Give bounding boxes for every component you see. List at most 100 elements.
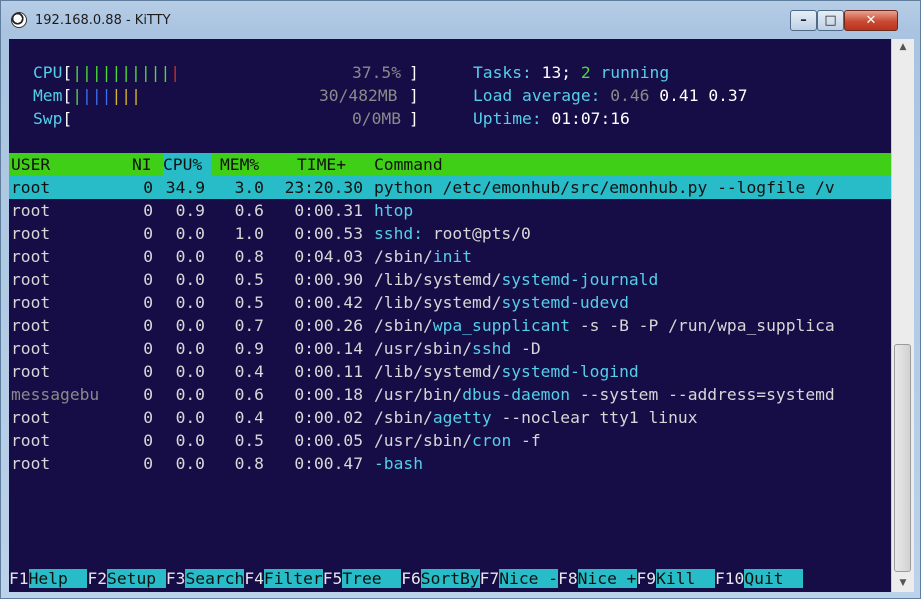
- load-5: 0.41: [659, 86, 699, 105]
- process-user: root: [11, 454, 51, 473]
- process-ni: 0: [143, 247, 153, 266]
- fkey-f3[interactable]: F3: [166, 569, 186, 588]
- process-command: /usr/bin/dbus-daemon --system --address=…: [374, 385, 835, 404]
- col-time[interactable]: TIME+: [297, 153, 346, 176]
- tasks-stat: Tasks: 13; 2 running: [473, 63, 670, 82]
- process-mem: 0.6: [234, 385, 264, 404]
- fkey-f2-label[interactable]: Setup: [107, 569, 166, 588]
- scrollbar[interactable]: ▲ ▼: [891, 39, 914, 592]
- fkey-f7-label[interactable]: Nice -: [499, 569, 559, 588]
- fkey-f2[interactable]: F2: [87, 569, 107, 588]
- process-command: /lib/systemd/systemd-logind: [374, 362, 639, 381]
- terminal-area[interactable]: CPU[||||||||||| 37.5% ] Mem[||||||| 30/4…: [9, 39, 891, 592]
- uptime: Uptime: 01:07:16: [473, 109, 630, 128]
- process-user: root: [11, 408, 51, 427]
- fkey-f9[interactable]: F9: [637, 569, 657, 588]
- close-button[interactable]: ✕: [844, 10, 898, 31]
- process-command: htop: [374, 201, 414, 220]
- fkey-f6-label[interactable]: SortBy: [420, 569, 480, 588]
- fkey-f1[interactable]: F1: [9, 569, 29, 588]
- process-ni: 0: [143, 431, 153, 450]
- fkey-f4-label[interactable]: Filter: [263, 569, 323, 588]
- fkey-f5[interactable]: F5: [323, 569, 343, 588]
- mem-meter-label: Mem: [33, 86, 63, 105]
- close-icon: ✕: [865, 13, 877, 28]
- title-bar[interactable]: 192.168.0.88 - KiTTY – □ ✕: [1, 1, 920, 39]
- col-mem[interactable]: MEM%: [220, 153, 259, 176]
- process-command: /lib/systemd/systemd-journald: [374, 270, 659, 289]
- cpu-meter: CPU[|||||||||||: [33, 63, 181, 82]
- process-ni: 0: [143, 339, 153, 358]
- process-ni: 0: [143, 408, 153, 427]
- process-cpu: 34.9: [165, 178, 205, 197]
- swp-meter-label: Swp: [33, 109, 63, 128]
- process-command: /sbin/agetty --noclear tty1 linux: [374, 408, 698, 427]
- running-count: 2: [580, 63, 591, 82]
- fkey-f1-label[interactable]: Help: [28, 569, 88, 588]
- col-user[interactable]: USER: [11, 153, 50, 176]
- process-ni: 0: [143, 385, 153, 404]
- scrollbar-thumb[interactable]: [894, 344, 911, 572]
- process-time: 0:00.18: [294, 385, 363, 404]
- process-mem: 0.8: [234, 247, 264, 266]
- scroll-down-icon[interactable]: ▼: [892, 575, 914, 592]
- fkey-f6[interactable]: F6: [401, 569, 421, 588]
- process-mem: 0.8: [234, 454, 264, 473]
- process-user: root: [11, 431, 51, 450]
- process-user: root: [11, 224, 51, 243]
- maximize-icon: □: [824, 13, 837, 28]
- process-time: 0:04.03: [294, 247, 363, 266]
- process-time: 0:00.53: [294, 224, 363, 243]
- process-mem: 0.4: [234, 362, 264, 381]
- process-ni: 0: [143, 293, 153, 312]
- process-user: root: [11, 316, 51, 335]
- minimize-button[interactable]: –: [790, 10, 817, 31]
- process-cpu: 0.0: [175, 362, 205, 381]
- mem-meter: Mem[|||||||: [33, 86, 141, 105]
- col-ni[interactable]: NI: [132, 153, 152, 176]
- fkey-f9-label[interactable]: Kill: [656, 569, 715, 588]
- process-mem: 0.5: [234, 293, 264, 312]
- process-mem: 0.9: [234, 339, 264, 358]
- col-command[interactable]: Command: [374, 153, 443, 176]
- mem-meter-value: 30/482MB: [319, 86, 398, 105]
- fkey-f4[interactable]: F4: [244, 569, 264, 588]
- uptime-value: 01:07:16: [551, 109, 630, 128]
- scroll-up-icon[interactable]: ▲: [892, 39, 914, 56]
- process-ni: 0: [143, 316, 153, 335]
- process-mem: 1.0: [234, 224, 264, 243]
- process-user: root: [11, 293, 51, 312]
- fkey-f7[interactable]: F7: [480, 569, 500, 588]
- process-mem: 0.5: [234, 270, 264, 289]
- process-command: /sbin/wpa_supplicant -s -B -P /run/wpa_s…: [374, 316, 835, 335]
- process-time: 0:00.47: [294, 454, 363, 473]
- process-time: 0:00.90: [294, 270, 363, 289]
- maximize-button[interactable]: □: [817, 10, 844, 31]
- kitty-app-icon[interactable]: [11, 12, 27, 28]
- fkey-f5-label[interactable]: Tree: [342, 569, 402, 588]
- process-command: /usr/sbin/sshd -D: [374, 339, 541, 358]
- process-cpu: 0.0: [175, 224, 205, 243]
- process-mem: 0.6: [234, 201, 264, 220]
- process-ni: 0: [143, 178, 153, 197]
- function-key-bar: F1Help F2Setup F3SearchF4FilterF5Tree F6…: [9, 567, 891, 590]
- process-time: 23:20.30: [284, 178, 363, 197]
- process-cpu: 0.0: [175, 339, 205, 358]
- fkey-f10-label[interactable]: Quit: [744, 569, 804, 588]
- fkey-f3-label[interactable]: Search: [185, 569, 245, 588]
- window-title: 192.168.0.88 - KiTTY: [35, 13, 171, 28]
- fkey-f8-label[interactable]: Nice +: [577, 569, 637, 588]
- process-user: root: [11, 178, 51, 197]
- process-ni: 0: [143, 270, 153, 289]
- process-ni: 0: [143, 201, 153, 220]
- swp-meter-value: 0/0MB: [352, 109, 402, 128]
- process-time: 0:00.05: [294, 431, 363, 450]
- process-command: /usr/sbin/cron -f: [374, 431, 541, 450]
- process-cpu: 0.0: [175, 454, 205, 473]
- col-cpu[interactable]: CPU%: [163, 153, 212, 176]
- fkey-f8[interactable]: F8: [558, 569, 578, 588]
- process-cpu: 0.0: [175, 293, 205, 312]
- process-user: root: [11, 339, 51, 358]
- process-command: /sbin/init: [374, 247, 473, 266]
- fkey-f10[interactable]: F10: [715, 569, 744, 588]
